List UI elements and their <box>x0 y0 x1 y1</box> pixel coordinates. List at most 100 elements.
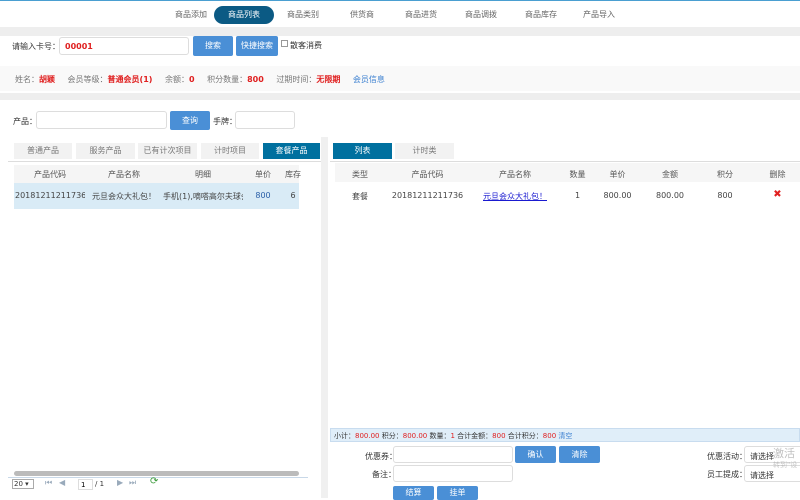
member-name: 胡颖 <box>39 75 55 84</box>
nav-item[interactable]: 产品导入 <box>569 6 629 24</box>
column-header: 产品代码 <box>411 170 444 179</box>
nav-item[interactable]: 供货商 <box>332 6 392 24</box>
table-cell: 套餐 <box>352 192 368 201</box>
table-cell: 6 <box>290 191 296 200</box>
column-header: 金额 <box>662 170 678 179</box>
activation-watermark: 激活 <box>773 447 795 460</box>
member-info: 姓名：胡颖 会员等级：普通会员(1) 余额：0 积分数量：800 过期时间：无限… <box>15 74 385 85</box>
page-size-value: 20 <box>14 480 23 488</box>
first-page-icon[interactable]: ⏮ <box>45 478 52 488</box>
hand-input[interactable] <box>235 111 295 129</box>
promo-label: 优惠活动： <box>707 452 747 461</box>
nav-item[interactable]: 商品列表 <box>214 6 274 24</box>
column-header: 库存 <box>285 170 301 179</box>
nav-item[interactable]: 商品调拨 <box>451 6 511 24</box>
table-cell: 800 <box>717 191 733 200</box>
name-label: 姓名： <box>15 75 39 84</box>
left-tab[interactable]: 套餐产品 <box>263 143 320 159</box>
member-expire: 无限期 <box>316 75 341 84</box>
total-amount: 800 <box>492 432 506 440</box>
product-input[interactable] <box>36 111 167 129</box>
level-label: 会员等级： <box>67 75 108 84</box>
member-level: 普通会员(1) <box>107 75 153 84</box>
points-label: 积分： <box>381 432 403 440</box>
column-header: 产品名称 <box>499 170 531 179</box>
column-header: 单价 <box>609 170 626 179</box>
column-header: 删除 <box>769 170 786 179</box>
guest-checkbox[interactable] <box>281 40 288 47</box>
top-border <box>0 0 800 1</box>
divider <box>0 27 800 36</box>
subtotal: 800.00 <box>355 432 380 440</box>
query-button[interactable]: 查询 <box>170 111 210 130</box>
clear-coupon-button[interactable]: 清除 <box>559 446 600 463</box>
column-header: 产品名称 <box>108 170 140 179</box>
hand-label: 手牌： <box>213 117 237 126</box>
column-header: 明细 <box>195 170 211 179</box>
member-info-link[interactable]: 会员信息 <box>353 75 385 84</box>
subtotal-label: 小计： <box>334 432 355 440</box>
qty: 1 <box>450 432 455 440</box>
left-tab[interactable]: 计时项目 <box>201 143 259 159</box>
table-cell: 1 <box>574 191 581 200</box>
divider <box>330 161 800 162</box>
column-header: 积分 <box>717 170 733 179</box>
points-label: 积分数量： <box>207 75 248 84</box>
table-cell: 手机(1),嘀嗒高尔夫球会 <box>163 192 243 201</box>
search-button[interactable]: 搜索 <box>193 36 233 56</box>
member-balance: 0 <box>188 75 195 84</box>
next-page-icon[interactable]: ▶ <box>117 478 123 487</box>
delete-icon[interactable]: ✖ <box>755 189 800 200</box>
staff-label: 员工提成： <box>707 470 747 479</box>
product-label: 产品： <box>13 117 37 126</box>
total-points: 800 <box>542 432 557 440</box>
nav-item[interactable]: 商品类别 <box>273 6 333 24</box>
remark-input[interactable] <box>393 465 513 482</box>
left-tab[interactable]: 服务产品 <box>76 143 135 159</box>
quick-search-button[interactable]: 快捷搜索 <box>236 36 278 56</box>
staff-value: 请选择 <box>750 471 774 480</box>
member-points: 800 <box>247 75 264 84</box>
vertical-scrollbar[interactable] <box>321 137 328 498</box>
left-tab[interactable]: 普通产品 <box>14 143 72 159</box>
points: 800.00 <box>402 432 428 440</box>
page-size-select[interactable]: 20 ▾ <box>12 479 34 489</box>
column-header: 数量 <box>569 170 586 179</box>
prev-page-icon[interactable]: ◀ <box>59 478 65 487</box>
nav-item[interactable]: 商品进货 <box>391 6 451 24</box>
confirm-button[interactable]: 确认 <box>515 446 556 463</box>
guest-checkbox-label: 散客消费 <box>290 41 322 50</box>
column-header: 类型 <box>352 170 368 179</box>
right-tab[interactable]: 计时类 <box>395 143 454 159</box>
left-tab[interactable]: 已有计次项目 <box>138 143 197 159</box>
column-header: 单价 <box>255 170 271 179</box>
right-tab[interactable]: 列表 <box>333 143 392 159</box>
table-cell: 800.00 <box>656 191 684 200</box>
qty-label: 数量： <box>429 432 451 440</box>
total-amount-label: 合计金额： <box>457 432 493 440</box>
divider <box>0 93 800 100</box>
nav-item[interactable]: 商品添加 <box>161 6 221 24</box>
table-cell: 800.00 <box>603 191 632 200</box>
refresh-icon[interactable]: ⟳ <box>150 476 158 487</box>
column-header: 产品代码 <box>34 170 66 179</box>
summary-bar: 小计：800.00 积分：800.00 数量：1 合计金额：800 合计积分：8… <box>330 428 800 442</box>
table-cell: 20181211211736 <box>391 191 464 200</box>
total-pages: / 1 <box>95 480 105 488</box>
coupon-input[interactable] <box>393 446 513 463</box>
card-label: 请输入卡号： <box>12 42 60 51</box>
card-number-input[interactable] <box>59 37 189 55</box>
last-page-icon[interactable]: ⏭ <box>129 478 136 488</box>
table-cell: 20181211211736 <box>15 191 85 200</box>
clear-cart-link[interactable]: 清空 <box>558 432 572 440</box>
expire-label: 过期时间： <box>276 75 317 84</box>
total-points-label: 合计积分： <box>507 432 543 440</box>
balance-label: 余额： <box>164 75 189 84</box>
table-cell: 元旦会众大礼包！ <box>92 192 156 201</box>
product-link[interactable]: 元旦会众大礼包！ <box>475 191 555 202</box>
page-input[interactable] <box>78 479 93 490</box>
divider <box>8 161 322 162</box>
promo-value: 请选择 <box>750 452 774 461</box>
table-cell: 800 <box>255 191 271 200</box>
nav-item[interactable]: 商品库存 <box>511 6 571 24</box>
